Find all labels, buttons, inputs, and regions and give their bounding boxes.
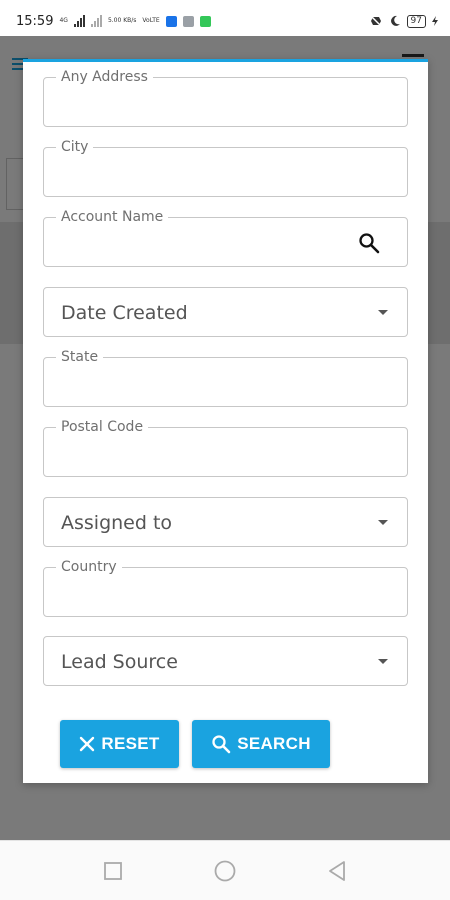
account-name-label: Account Name [56,209,169,225]
date-created-value: Date Created [61,302,188,324]
city-label: City [56,139,94,155]
app-notification-icon-2 [182,15,194,27]
network-speed-label: 5.00 KB/s [107,17,137,24]
postal-code-label: Postal Code [56,419,149,435]
lead-source-value: Lead Source [61,651,178,673]
circle-icon[interactable] [213,859,237,883]
any-address-label: Any Address [56,69,153,85]
postal-code-field[interactable]: Postal Code [43,419,408,477]
vibrate-off-icon [369,14,383,28]
signal-icon [73,15,85,27]
country-field[interactable]: Country [43,559,408,617]
search-button[interactable]: SEARCH [192,720,330,768]
assigned-to-value: Assigned to [61,512,173,534]
reset-button-label: RESET [101,734,160,753]
status-right: 97 [369,14,438,28]
city-field[interactable]: City [43,139,408,197]
any-address-field[interactable]: Any Address [43,69,408,127]
search-button-label: SEARCH [237,734,311,753]
triangle-back-icon[interactable] [325,859,349,883]
country-label: Country [56,559,122,575]
close-icon [80,736,95,752]
battery-indicator: 97 [406,14,426,28]
charging-icon [432,16,438,26]
search-icon [212,735,231,754]
system-nav-bar [0,840,450,900]
chat-notification-icon [199,15,211,27]
square-icon[interactable] [101,859,125,883]
volte-label: VoLTE [142,17,160,24]
network-type-label: 4G [59,17,68,24]
reset-button[interactable]: RESET [60,720,179,768]
do-not-disturb-moon-icon [390,15,400,26]
assigned-to-dropdown[interactable]: Assigned to [43,497,408,547]
state-field[interactable]: State [43,349,408,407]
date-created-dropdown[interactable]: Date Created [43,287,408,337]
chevron-down-icon [378,659,388,664]
chevron-down-icon [378,310,388,315]
screen: 15:59 4G 5.00 KB/s VoLTE 97 Any Address … [0,0,450,900]
app-notification-icon [165,15,177,27]
chevron-down-icon [378,520,388,525]
status-time: 15:59 [16,13,54,29]
account-name-field[interactable]: Account Name [43,209,408,267]
state-label: State [56,349,104,365]
lead-source-dropdown[interactable]: Lead Source [43,636,408,686]
search-icon[interactable] [357,231,381,255]
search-filter-dialog: Any Address City Account Name Date Creat… [23,59,428,783]
signal-secondary-icon [90,15,102,27]
status-left: 15:59 4G 5.00 KB/s VoLTE [16,14,211,29]
